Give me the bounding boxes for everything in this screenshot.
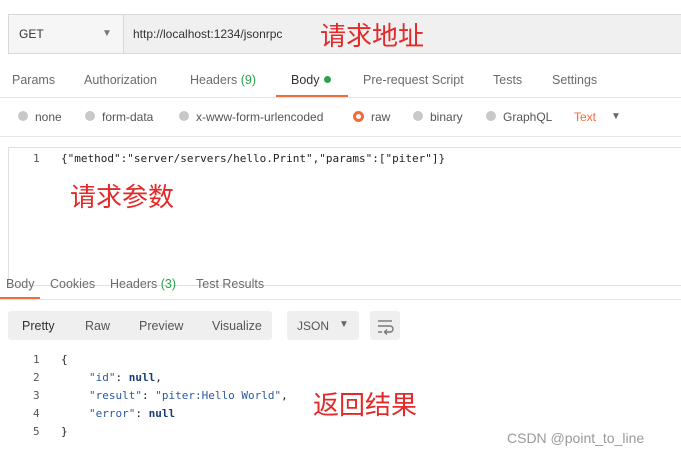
radio-urlencoded-label: x-www-form-urlencoded — [196, 110, 324, 124]
status-dot-icon — [323, 76, 331, 83]
response-line-number: 3 — [33, 389, 40, 402]
radio-none-label: none — [35, 110, 62, 124]
annotation-request-params: 请求参数 — [70, 183, 175, 213]
radio-raw-label: raw — [371, 110, 391, 124]
editor-line-number: 1 — [33, 152, 40, 165]
tab-headers[interactable]: Headers (9) — [190, 73, 256, 87]
view-visualize-button[interactable]: Visualize — [212, 319, 262, 333]
json-key: "id" — [89, 371, 116, 384]
url-input[interactable]: http://localhost:1234/jsonrpc — [133, 27, 282, 41]
response-headers-count: (3) — [160, 277, 177, 291]
json-key: "result" — [89, 389, 142, 402]
method-label: GET — [19, 27, 44, 41]
tabs-divider — [0, 97, 681, 98]
response-format-select[interactable]: JSON ▼ — [287, 311, 359, 340]
json-value: null — [128, 371, 156, 384]
request-body-code[interactable]: {"method":"server/servers/hello.Print","… — [61, 152, 445, 165]
chevron-down-icon: ▼ — [102, 28, 112, 39]
tab-settings[interactable]: Settings — [552, 73, 597, 87]
json-value: "piter:Hello World" — [155, 389, 282, 402]
watermark: CSDN @point_to_line — [507, 430, 645, 446]
tab-authorization[interactable]: Authorization — [84, 73, 157, 87]
method-select[interactable]: GET ▼ — [9, 15, 124, 53]
chevron-down-icon: ▼ — [339, 319, 349, 330]
json-line-error: "error": null — [89, 407, 176, 420]
radio-x-www-form-urlencoded[interactable] — [179, 111, 189, 121]
response-tab-headers[interactable]: Headers (3) — [110, 277, 176, 291]
json-line-result: "result": "piter:Hello World", — [89, 389, 288, 402]
annotation-request-url: 请求地址 — [320, 22, 425, 52]
response-format-label: JSON — [297, 319, 330, 333]
json-close-brace: } — [61, 425, 68, 438]
radio-binary-label: binary — [430, 110, 463, 124]
chevron-down-icon[interactable]: ▼ — [611, 111, 621, 122]
response-view-toggle: Pretty Raw Preview Visualize — [8, 311, 272, 340]
radio-graphql[interactable] — [486, 111, 496, 121]
tab-params[interactable]: Params — [12, 73, 55, 87]
response-line-number: 4 — [33, 407, 40, 420]
response-tab-cookies[interactable]: Cookies — [50, 277, 95, 291]
request-body-editor[interactable] — [8, 147, 681, 286]
body-format-select[interactable]: Text — [574, 110, 596, 124]
wrap-lines-icon — [378, 320, 394, 335]
json-open-brace: { — [61, 353, 68, 366]
tab-tests[interactable]: Tests — [493, 73, 522, 87]
view-raw-button[interactable]: Raw — [85, 319, 110, 333]
response-tabs-divider — [0, 299, 681, 300]
annotation-response-result: 返回结果 — [313, 391, 418, 421]
response-line-number: 5 — [33, 425, 40, 438]
tab-pre-request-script[interactable]: Pre-request Script — [363, 73, 464, 87]
response-line-number: 1 — [33, 353, 40, 366]
body-options-divider — [0, 136, 681, 137]
response-tab-test-results[interactable]: Test Results — [196, 277, 264, 291]
json-value: null — [148, 407, 176, 420]
response-tab-headers-label: Headers — [110, 277, 158, 291]
radio-form-data[interactable] — [85, 111, 95, 121]
radio-none[interactable] — [18, 111, 28, 121]
tab-body[interactable]: Body — [291, 73, 331, 87]
response-tab-body[interactable]: Body — [6, 277, 35, 291]
wrap-lines-button[interactable] — [370, 311, 400, 340]
view-pretty-button[interactable]: Pretty — [22, 319, 55, 333]
headers-count: (9) — [240, 73, 257, 87]
radio-graphql-label: GraphQL — [503, 110, 553, 124]
view-preview-button[interactable]: Preview — [139, 319, 183, 333]
json-line-id: "id": null, — [89, 371, 162, 384]
tab-headers-label: Headers — [190, 73, 238, 87]
response-line-number: 2 — [33, 371, 40, 384]
json-key: "error" — [89, 407, 136, 420]
radio-raw[interactable] — [353, 111, 364, 122]
tab-body-label: Body — [291, 73, 320, 87]
radio-form-data-label: form-data — [102, 110, 154, 124]
radio-binary[interactable] — [413, 111, 423, 121]
